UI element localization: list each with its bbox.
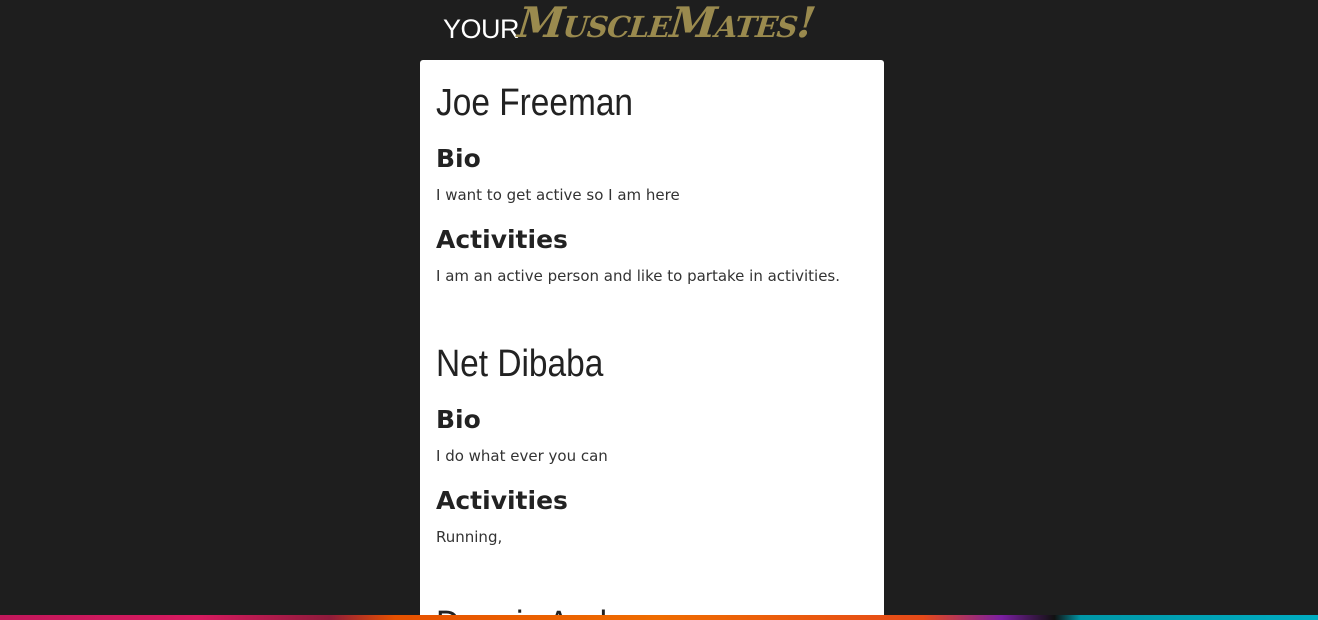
bio-heading: Bio [436,144,481,173]
activities-text: Running, [436,528,503,546]
profile-name: Net Dibaba [436,343,604,385]
activities-text: I am an active person and like to partak… [436,267,841,285]
site-header: YOUR MuscleMates! [0,0,1318,60]
header-prefix: YOUR [443,14,520,44]
background-image-strip [0,615,1318,620]
bio-text: I want to get active so I am here [436,186,680,204]
bio-text: I do what ever you can [436,447,608,465]
profile-name: Joe Freeman [436,82,634,124]
bio-heading: Bio [436,405,481,434]
activities-heading: Activities [436,225,568,254]
brand-logo[interactable]: MuscleMates! [515,0,817,47]
profiles-card: Joe Freeman Bio I want to get active so … [420,60,884,620]
activities-heading: Activities [436,486,568,515]
